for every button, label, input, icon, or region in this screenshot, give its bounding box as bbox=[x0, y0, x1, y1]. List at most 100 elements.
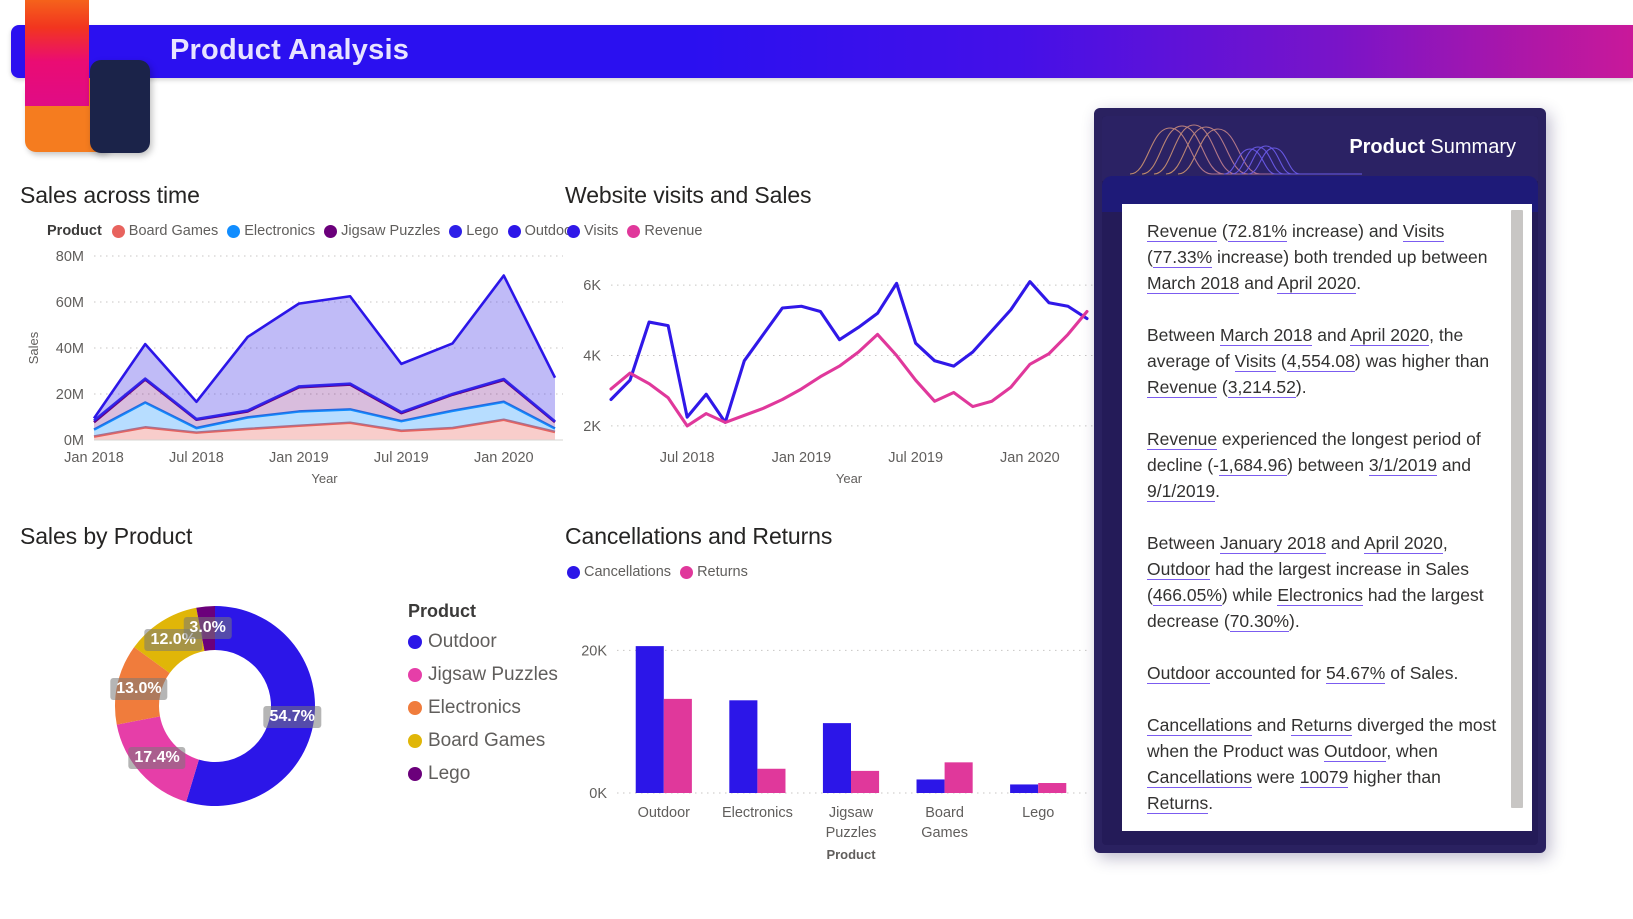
svg-text:Electronics: Electronics bbox=[722, 805, 793, 821]
legend-item-electronics[interactable]: Electronics bbox=[227, 223, 315, 239]
visual-title: Cancellations and Returns bbox=[565, 523, 832, 550]
summary-keyword[interactable]: Outdoor bbox=[1324, 741, 1386, 762]
summary-keyword[interactable]: 77.33% bbox=[1153, 247, 1212, 268]
svg-text:Jan 2018: Jan 2018 bbox=[64, 450, 124, 466]
summary-paragraph: Revenue experienced the longest period o… bbox=[1147, 426, 1500, 504]
summary-paragraph: Between January 2018 and April 2020, Out… bbox=[1147, 530, 1500, 634]
logo-navy-square-icon bbox=[90, 60, 150, 153]
svg-text:Jul 2018: Jul 2018 bbox=[660, 450, 715, 466]
legend-dot-icon bbox=[449, 225, 462, 238]
summary-keyword[interactable]: April 2020 bbox=[1364, 533, 1443, 554]
legend-item-revenue[interactable]: Revenue bbox=[627, 223, 702, 239]
svg-text:0K: 0K bbox=[589, 786, 607, 802]
area-chart-canvas[interactable]: 0M20M40M60M80MJan 2018Jul 2018Jan 2019Ju… bbox=[20, 244, 565, 494]
summary-keyword[interactable]: Visits bbox=[1235, 351, 1277, 372]
legend-sales-across-time[interactable]: Product Board Games Electronics Jigsaw P… bbox=[47, 223, 586, 239]
summary-keyword[interactable]: Returns bbox=[1291, 715, 1352, 736]
svg-text:0M: 0M bbox=[64, 433, 84, 449]
legend-dot-icon bbox=[408, 767, 422, 781]
legend-dot-icon bbox=[112, 225, 125, 238]
legend-item-board-games[interactable]: Board Games bbox=[408, 730, 558, 752]
legend-item-jigsaw-puzzles[interactable]: Jigsaw Puzzles bbox=[408, 664, 558, 686]
legend-item-board-games[interactable]: Board Games bbox=[112, 223, 218, 239]
summary-keyword[interactable]: Outdoor bbox=[1147, 663, 1210, 684]
summary-scrollbar-thumb[interactable] bbox=[1511, 210, 1523, 808]
legend-item-lego[interactable]: Lego bbox=[408, 763, 558, 785]
svg-text:20K: 20K bbox=[581, 643, 607, 659]
visual-title: Sales across time bbox=[20, 182, 200, 209]
svg-text:Puzzles: Puzzles bbox=[826, 825, 877, 841]
legend-item-lego[interactable]: Lego bbox=[449, 223, 498, 239]
bar-chart-canvas[interactable]: 0K20KOutdoorElectronicsJigsawPuzzlesBoar… bbox=[565, 595, 1095, 865]
summary-keyword[interactable]: Cancellations bbox=[1147, 715, 1252, 736]
legend-cancellations-returns[interactable]: Cancellations Returns bbox=[567, 564, 757, 580]
legend-item-returns[interactable]: Returns bbox=[680, 564, 748, 580]
summary-keyword[interactable]: Cancellations bbox=[1147, 767, 1252, 788]
svg-text:80M: 80M bbox=[56, 249, 84, 265]
legend-label: Electronics bbox=[244, 223, 315, 239]
legend-label: Board Games bbox=[428, 730, 545, 752]
legend-label: Lego bbox=[428, 763, 470, 785]
summary-keyword[interactable]: April 2020 bbox=[1277, 273, 1356, 294]
svg-text:40M: 40M bbox=[56, 341, 84, 357]
visual-title: Website visits and Sales bbox=[565, 182, 811, 209]
legend-visits-sales[interactable]: Visits Revenue bbox=[567, 223, 711, 239]
product-summary-card[interactable]: Product Summary Revenue (72.81% increase… bbox=[1094, 108, 1546, 853]
summary-keyword[interactable]: 10079 bbox=[1300, 767, 1349, 788]
summary-keyword[interactable]: Visits bbox=[1403, 221, 1445, 242]
svg-text:Jan 2019: Jan 2019 bbox=[772, 450, 832, 466]
summary-keyword[interactable]: Revenue bbox=[1147, 429, 1217, 450]
summary-keyword[interactable]: Revenue bbox=[1147, 221, 1217, 242]
summary-body[interactable]: Revenue (72.81% increase) and Visits (77… bbox=[1122, 204, 1532, 831]
summary-title-bold: Product bbox=[1349, 136, 1425, 158]
line-chart-canvas[interactable]: 2K4K6KJul 2018Jan 2019Jul 2019Jan 2020Ye… bbox=[565, 244, 1095, 494]
summary-keyword[interactable]: March 2018 bbox=[1220, 325, 1312, 346]
svg-text:Games: Games bbox=[921, 825, 968, 841]
legend-label: Board Games bbox=[129, 223, 218, 239]
visual-sales-by-product[interactable]: Sales by Product 54.7%17.4%13.0%12.0%3.0… bbox=[20, 523, 565, 853]
svg-text:6K: 6K bbox=[583, 278, 601, 294]
legend-dot-icon bbox=[324, 225, 337, 238]
legend-sales-by-product[interactable]: Product Outdoor Jigsaw Puzzles Electroni… bbox=[408, 601, 558, 796]
legend-dot-icon bbox=[567, 566, 580, 579]
summary-keyword[interactable]: March 2018 bbox=[1147, 273, 1239, 294]
summary-keyword[interactable]: 1,684.96 bbox=[1219, 455, 1287, 476]
legend-item-jigsaw-puzzles[interactable]: Jigsaw Puzzles bbox=[324, 223, 440, 239]
legend-item-cancellations[interactable]: Cancellations bbox=[567, 564, 671, 580]
summary-keyword[interactable]: Revenue bbox=[1147, 377, 1217, 398]
visual-website-visits-and-sales[interactable]: Website visits and Sales Visits Revenue … bbox=[565, 182, 1095, 502]
legend-item-electronics[interactable]: Electronics bbox=[408, 697, 558, 719]
pie-data-label: 13.0% bbox=[110, 678, 167, 700]
summary-keyword[interactable]: 54.67% bbox=[1326, 663, 1385, 684]
summary-keyword[interactable]: January 2018 bbox=[1220, 533, 1326, 554]
summary-keyword[interactable]: 72.81% bbox=[1228, 221, 1287, 242]
legend-dot-icon bbox=[408, 635, 422, 649]
summary-keyword[interactable]: Outdoor bbox=[1147, 559, 1210, 580]
summary-keyword[interactable]: April 2020 bbox=[1350, 325, 1429, 346]
legend-label: Visits bbox=[584, 223, 618, 239]
svg-text:Lego: Lego bbox=[1022, 805, 1054, 821]
summary-keyword[interactable]: Electronics bbox=[1277, 585, 1363, 606]
legend-dot-icon bbox=[408, 668, 422, 682]
summary-keyword[interactable]: 3,214.52 bbox=[1228, 377, 1296, 398]
visual-cancellations-and-returns[interactable]: Cancellations and Returns Cancellations … bbox=[565, 523, 1095, 853]
legend-dot-icon bbox=[508, 225, 521, 238]
summary-keyword[interactable]: 70.30% bbox=[1230, 611, 1289, 632]
summary-paragraph: Outdoor accounted for 54.67% of Sales. bbox=[1147, 660, 1500, 686]
summary-keyword[interactable]: 3/1/2019 bbox=[1369, 455, 1437, 476]
svg-text:Jan 2019: Jan 2019 bbox=[269, 450, 329, 466]
svg-text:60M: 60M bbox=[56, 295, 84, 311]
summary-keyword[interactable]: 4,554.08 bbox=[1287, 351, 1355, 372]
svg-text:Year: Year bbox=[836, 471, 863, 486]
legend-dot-icon bbox=[408, 701, 422, 715]
summary-text: Revenue (72.81% increase) and Visits (77… bbox=[1147, 218, 1500, 816]
svg-text:Jul 2018: Jul 2018 bbox=[169, 450, 224, 466]
summary-keyword[interactable]: 9/1/2019 bbox=[1147, 481, 1215, 502]
legend-dot-icon bbox=[227, 225, 240, 238]
summary-keyword[interactable]: Returns bbox=[1147, 793, 1208, 814]
visual-sales-across-time[interactable]: Sales across time Product Board Games El… bbox=[20, 182, 565, 502]
legend-item-outdoor[interactable]: Outdoor bbox=[408, 631, 558, 653]
donut-chart-canvas[interactable]: 54.7%17.4%13.0%12.0%3.0% bbox=[90, 581, 340, 831]
legend-item-visits[interactable]: Visits bbox=[567, 223, 618, 239]
summary-keyword[interactable]: 466.05% bbox=[1153, 585, 1222, 606]
